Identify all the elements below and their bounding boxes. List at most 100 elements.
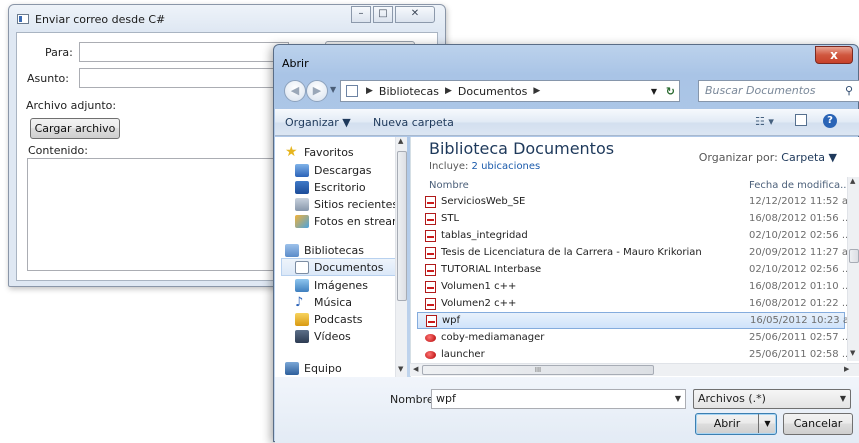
pictures-icon bbox=[295, 278, 309, 292]
refresh-icon[interactable]: ↻ bbox=[666, 85, 675, 98]
breadcrumb-documentos[interactable]: Documentos bbox=[458, 85, 527, 98]
scroll-left-icon[interactable]: ◀ bbox=[413, 365, 418, 373]
file-row[interactable]: coby-mediamanager 25/06/2011 02:57 ... bbox=[417, 329, 849, 346]
nav-item-documentos[interactable]: Documentos bbox=[281, 258, 401, 276]
file-type-select[interactable]: Archivos (.*) ▼ bbox=[693, 389, 851, 409]
scroll-down-icon[interactable]: ▼ bbox=[850, 349, 855, 357]
file-name: wpf bbox=[442, 315, 461, 326]
abrir-dropdown-icon[interactable]: ▼ bbox=[758, 414, 776, 433]
file-row[interactable]: ServiciosWeb_SE 12/12/2012 11:52 a... bbox=[417, 193, 849, 210]
column-header-date[interactable]: Fecha de modifica... bbox=[749, 180, 850, 191]
file-row[interactable]: STL 16/08/2012 01:56 ... bbox=[417, 210, 849, 227]
horizontal-scrollbar[interactable]: ◀ III ▶ bbox=[410, 363, 859, 376]
minimize-button[interactable]: – bbox=[351, 6, 371, 23]
includes-label: Incluye: bbox=[429, 161, 469, 172]
nav-item-label: Podcasts bbox=[314, 312, 363, 326]
file-name-cell: tablas_integridad bbox=[425, 229, 528, 242]
back-button[interactable]: ◀ bbox=[284, 80, 306, 102]
asunto-input[interactable] bbox=[79, 68, 289, 88]
scroll-down-icon[interactable]: ▼ bbox=[398, 365, 403, 373]
para-input[interactable] bbox=[79, 42, 289, 62]
file-date: 25/06/2011 02:58 ... bbox=[749, 349, 849, 360]
nav-item-bibliotecas[interactable]: Bibliotecas bbox=[285, 241, 405, 259]
arrange-dropdown[interactable]: Carpeta ▼ bbox=[781, 151, 837, 164]
preview-pane-icon[interactable] bbox=[795, 114, 807, 126]
file-list-scrollbar[interactable]: ▲ ▼ bbox=[847, 177, 859, 361]
file-row[interactable]: Volumen1 c++ 16/08/2012 01:10 ... bbox=[417, 278, 849, 295]
file-list-pane: Biblioteca Documentos Incluye: 2 ubicaci… bbox=[410, 137, 859, 377]
file-date: 02/10/2012 02:56 ... bbox=[749, 264, 849, 275]
help-icon[interactable]: ? bbox=[823, 114, 837, 128]
downloads-icon bbox=[295, 163, 309, 177]
open-dialog: Abrir x ◀ ▶ ▼ ▶ Bibliotecas ▶ Documentos… bbox=[273, 44, 859, 443]
chevron-down-icon[interactable]: ▼ bbox=[675, 390, 681, 408]
abrir-button-label: Abrir bbox=[713, 417, 741, 430]
close-button[interactable]: ✕ bbox=[395, 6, 435, 23]
file-name-cell: Volumen2 c++ bbox=[425, 297, 516, 310]
address-bar[interactable]: ▶ Bibliotecas ▶ Documentos ▶ ▼ ↻ bbox=[340, 80, 680, 102]
email-window-title: Enviar correo desde C# bbox=[35, 12, 166, 26]
pdf-file-icon bbox=[425, 229, 436, 242]
address-dropdown-icon[interactable]: ▼ bbox=[651, 87, 657, 96]
file-row[interactable]: Tesis de Licenciatura de la Carrera - Ma… bbox=[417, 244, 849, 261]
libraries-icon bbox=[285, 243, 299, 257]
file-row[interactable]: TUTORIAL Interbase 02/10/2012 02:56 ... bbox=[417, 261, 849, 278]
scroll-right-icon[interactable]: ▶ bbox=[844, 365, 849, 373]
nombre-input[interactable]: wpf ▼ bbox=[431, 389, 686, 409]
includes-link[interactable]: 2 ubicaciones bbox=[472, 161, 541, 172]
file-row[interactable]: Volumen2 c++ 16/08/2012 01:22 ... bbox=[417, 295, 849, 312]
nav-item-equipo[interactable]: Equipo bbox=[285, 359, 405, 377]
nav-item-label: Favoritos bbox=[304, 145, 354, 159]
close-icon: x bbox=[830, 48, 838, 62]
asunto-label: Asunto: bbox=[27, 72, 69, 85]
file-name: STL bbox=[441, 213, 460, 224]
breadcrumb-bibliotecas[interactable]: Bibliotecas bbox=[379, 85, 439, 98]
search-icon: ⚲ bbox=[844, 84, 853, 97]
organizar-menu[interactable]: Organizar ▼ bbox=[285, 116, 351, 129]
recent-places-icon bbox=[295, 197, 309, 211]
file-name: ServiciosWeb_SE bbox=[441, 196, 526, 207]
app-icon bbox=[17, 14, 29, 24]
scroll-grip-icon: III bbox=[534, 366, 542, 374]
cancelar-button[interactable]: Cancelar bbox=[783, 413, 853, 435]
scroll-up-icon[interactable]: ▲ bbox=[398, 137, 403, 145]
minimize-icon: – bbox=[358, 8, 364, 19]
nav-item-label: Música bbox=[314, 295, 353, 309]
dialog-close-button[interactable]: x bbox=[815, 46, 853, 64]
view-options-icon[interactable]: ☷ ▾ bbox=[755, 115, 774, 128]
column-header-name[interactable]: Nombre bbox=[429, 180, 469, 191]
open-dialog-title: Abrir bbox=[282, 57, 309, 70]
file-name-cell: Volumen1 c++ bbox=[425, 280, 516, 293]
search-input[interactable]: Buscar Documentos ⚲ bbox=[698, 80, 859, 102]
abrir-split-button[interactable]: Abrir ▼ bbox=[695, 413, 777, 435]
cargar-archivo-button[interactable]: Cargar archivo bbox=[30, 118, 120, 139]
breadcrumb-separator-icon: ▶ bbox=[533, 86, 541, 96]
file-type-value: Archivos (.*) bbox=[698, 392, 766, 405]
file-name-cell: ServiciosWeb_SE bbox=[425, 195, 526, 208]
file-name: TUTORIAL Interbase bbox=[441, 264, 542, 275]
star-icon: ★ bbox=[285, 143, 298, 160]
horizontal-scroll-thumb[interactable]: III bbox=[422, 365, 654, 375]
file-name: coby-mediamanager bbox=[441, 332, 545, 343]
nueva-carpeta-button[interactable]: Nueva carpeta bbox=[373, 116, 454, 129]
contenido-textarea[interactable] bbox=[27, 158, 289, 271]
history-dropdown-icon[interactable]: ▼ bbox=[330, 85, 336, 94]
scroll-up-icon[interactable]: ▲ bbox=[850, 177, 855, 185]
nav-item-label: Documentos bbox=[314, 260, 384, 274]
file-scroll-thumb[interactable] bbox=[849, 249, 859, 263]
pdf-file-icon bbox=[426, 314, 437, 327]
nav-item-label: Imágenes bbox=[314, 278, 368, 292]
file-row[interactable]: tablas_integridad 02/10/2012 02:56 ... bbox=[417, 227, 849, 244]
nav-scroll-thumb[interactable] bbox=[397, 151, 407, 301]
file-row[interactable]: launcher 25/06/2011 02:58 ... bbox=[417, 346, 849, 363]
nav-scrollbar[interactable]: ▲ ▼ bbox=[395, 137, 407, 377]
forward-button[interactable]: ▶ bbox=[306, 80, 328, 102]
search-placeholder: Buscar Documentos bbox=[705, 84, 816, 97]
nav-item-favoritos[interactable]: ★ Favoritos bbox=[285, 143, 405, 161]
nav-item-label: Escritorio bbox=[314, 180, 366, 194]
nav-item-fotos[interactable]: Fotos en streamii bbox=[295, 212, 405, 230]
file-name: Tesis de Licenciatura de la Carrera - Ma… bbox=[441, 247, 702, 258]
maximize-button[interactable]: □ bbox=[373, 6, 393, 23]
file-row[interactable]: wpf 16/05/2012 10:23 a... bbox=[417, 312, 850, 329]
podcasts-icon bbox=[295, 312, 309, 326]
